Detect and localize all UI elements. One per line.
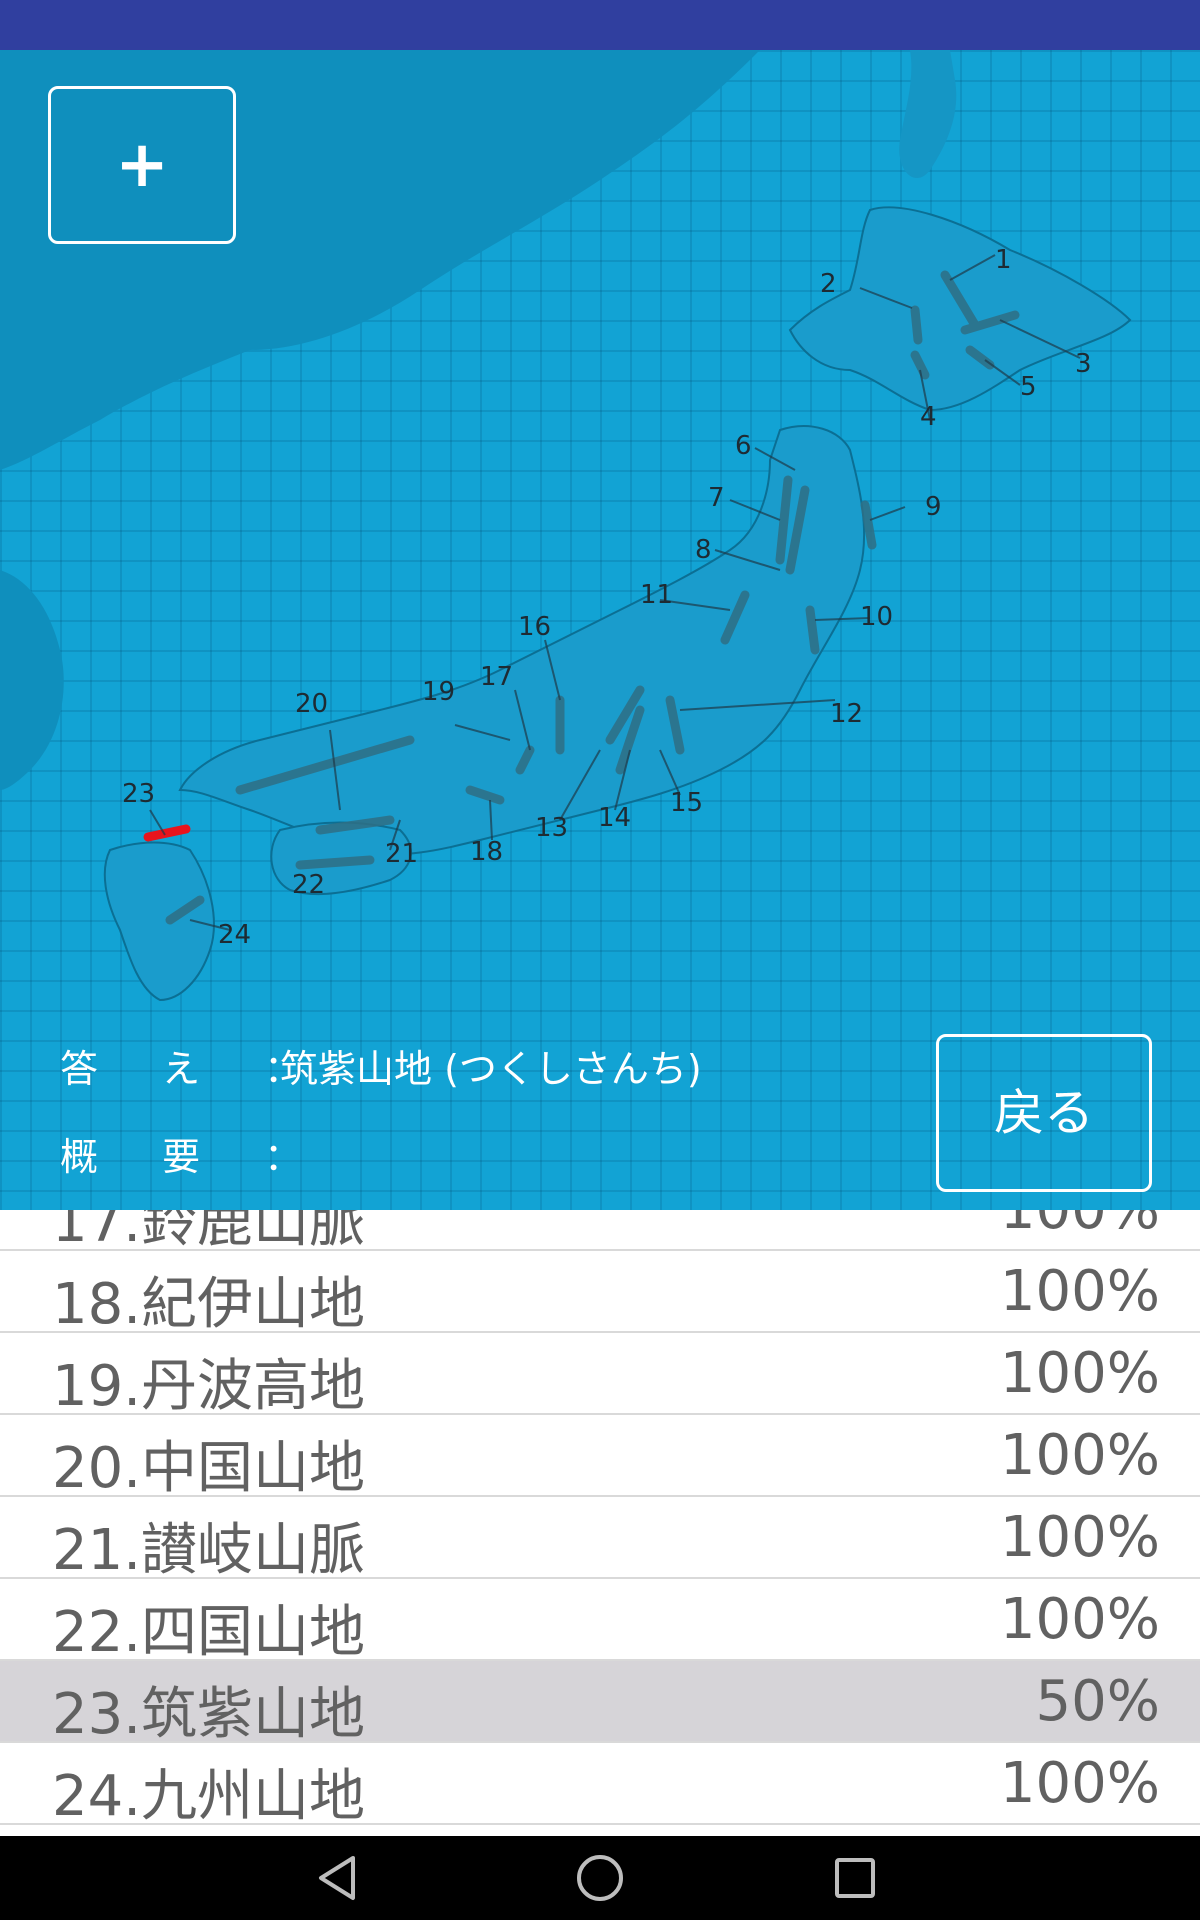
list-item[interactable]: 19.丹波高地 100% [0,1333,1200,1419]
list-item[interactable]: 22.四国山地 100% [0,1579,1200,1665]
list-item-percent: 100% [999,1751,1160,1816]
list-item-name: 22.四国山地 [52,1600,366,1665]
map-label-16: 16 [518,612,551,642]
list-item-percent: 50% [1035,1669,1160,1734]
list-item-percent: 100% [999,1341,1160,1406]
map-label-1: 1 [995,245,1012,275]
map-label-2: 2 [820,269,837,299]
triangle-back-icon [319,1856,355,1900]
map-label-9: 9 [925,492,942,522]
answer-value: 筑紫山地 (つくしさんち) [280,1047,702,1091]
list-item-name: 20.中国山地 [52,1436,366,1501]
plus-icon: + [115,128,169,202]
map-label-10: 10 [860,602,893,632]
list-item-name: 23.筑紫山地 [52,1682,366,1747]
korean-peninsula-shape [0,570,64,790]
map-label-3: 3 [1075,349,1092,379]
map-label-23: 23 [122,779,155,809]
map-label-11: 11 [640,580,673,610]
map-area[interactable]: 1 2 3 4 5 6 7 8 9 10 11 12 13 14 15 16 1… [0,50,1200,1210]
answer-line: 答 え ：筑紫山地 (つくしさんち) [60,1038,702,1093]
list-item[interactable]: 24.九州山地 100% [0,1743,1200,1829]
map-label-6: 6 [735,431,752,461]
list-item-name: 19.丹波高地 [52,1354,366,1419]
status-bar [0,0,1200,50]
list-item-percent: 100% [999,1259,1160,1324]
list-item-percent: 100% [1000,1210,1160,1242]
list-item-percent: 100% [999,1423,1160,1488]
map-label-13: 13 [535,813,568,843]
map-label-4: 4 [920,402,937,432]
back-button[interactable]: 戻る [936,1034,1152,1192]
highlight-mark-23 [143,824,191,842]
map-label-24: 24 [218,920,251,950]
list-item[interactable]: 20.中国山地 100% [0,1415,1200,1501]
list-item-percent: 100% [999,1587,1160,1652]
map-label-5: 5 [1020,372,1037,402]
map-label-18: 18 [470,837,503,867]
map-label-12: 12 [830,699,863,729]
nav-recents-button[interactable] [795,1836,915,1920]
list-item[interactable]: 18.紀伊山地 100% [0,1251,1200,1337]
list-item[interactable]: 17.鈴鹿山脈 100% [0,1210,1200,1255]
map-label-19: 19 [422,677,455,707]
map-label-21: 21 [385,839,418,869]
list-item-name: 18.紀伊山地 [52,1272,366,1337]
nav-home-button[interactable] [540,1836,660,1920]
square-recents-icon [835,1858,875,1898]
map-label-17: 17 [480,662,513,692]
circle-home-icon [577,1855,623,1901]
map-label-20: 20 [295,689,328,719]
summary-line: 概 要 ： [60,1126,329,1181]
navigation-bar [0,1836,1200,1920]
zoom-in-button[interactable]: + [48,86,236,244]
list-item-name: 21.讃岐山脈 [52,1518,366,1583]
map-label-15: 15 [670,788,703,818]
map-label-7: 7 [708,483,725,513]
mountain-list[interactable]: 17.鈴鹿山脈 100% 18.紀伊山地 100% 19.丹波高地 100% 2… [0,1210,1200,1836]
nav-back-button[interactable] [283,1836,403,1920]
sakhalin-shape [899,50,957,179]
answer-label: 答 え ： [60,1047,329,1091]
list-item-percent: 100% [999,1505,1160,1570]
summary-label: 概 要 ： [60,1135,329,1179]
map-label-14: 14 [598,803,631,833]
list-item-selected[interactable]: 23.筑紫山地 50% [0,1661,1200,1747]
list-item[interactable]: 21.讃岐山脈 100% [0,1497,1200,1583]
map-label-22: 22 [292,870,325,900]
list-item-name: 24.九州山地 [52,1764,366,1829]
map-label-8: 8 [695,535,712,565]
